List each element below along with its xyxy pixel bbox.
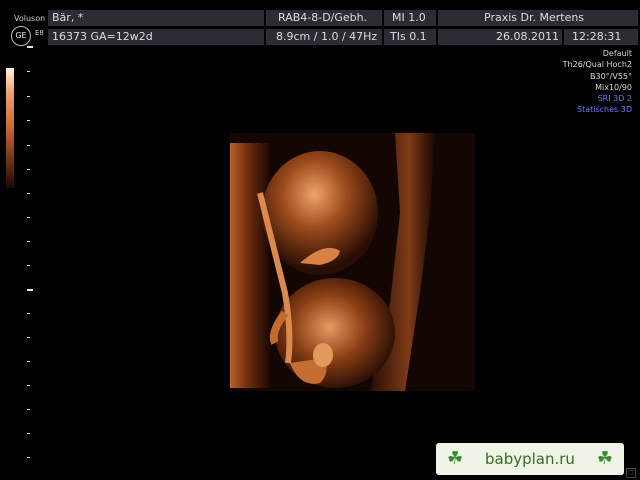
patient-id-ga: 16373 GA=12w2d [48,29,264,45]
clover-icon: ☘ [596,448,613,469]
depth-info: 8.9cm / 1.0 / 47Hz [266,29,382,45]
ruler-tick [27,120,30,121]
fetus-3d-render [230,133,475,391]
exam-date: 26.08.2011 [438,29,562,45]
ruler-tick [27,313,30,314]
brand-logo-area: Voluson GE E8 [2,4,46,46]
watermark-text: babyplan.ru [485,450,575,468]
ruler-tick [27,217,30,218]
corner-3d-icon: □ [626,468,636,478]
ruler-tick [27,385,30,386]
settings-preset: Default [602,49,632,58]
mi-value: MI 1.0 [384,10,436,26]
ruler-tick [27,169,30,170]
ruler-tick [27,409,30,410]
watermark-badge: ☘ babyplan.ru ☘ [436,443,624,475]
tis-value: TIs 0.1 [384,29,436,45]
settings-mode: Statisches 3D [577,105,632,115]
ruler-tick [27,337,30,338]
ruler-tick [27,46,33,48]
settings-sri: SRI 3D 2 [597,94,632,104]
clover-icon: ☘ [447,448,464,469]
ruler-tick [27,289,33,291]
patient-name: Bär, * [48,10,264,26]
ruler-tick [27,457,30,458]
ruler-tick [27,361,30,362]
exam-time: 12:28:31 [564,29,638,45]
ruler-tick [27,96,30,97]
ruler-tick [27,241,30,242]
ge-logo-icon: GE [11,26,31,46]
header-bar: Voluson GE E8 Bär, * 16373 GA=12w2d RAB4… [0,0,640,48]
settings-quality: Th26/Qual Hoch2 [562,60,632,70]
ruler-tick [27,433,30,434]
imaging-settings: Default Th26/Qual Hoch2 B30°/V55° Mix10/… [563,48,632,116]
probe-info: RAB4-8-D/Gebh. [266,10,382,26]
ruler-tick [27,193,30,194]
sepia-color-scale [6,68,14,188]
ruler-tick [27,71,30,72]
brand-name: Voluson [14,14,46,23]
settings-mix: Mix10/90 [595,82,632,92]
model-name: E8 [35,29,44,37]
ruler-tick [27,145,30,146]
settings-angles: B30°/V55° [589,71,632,81]
ruler-tick [27,265,30,266]
clinic-name: Praxis Dr. Mertens [438,10,638,26]
